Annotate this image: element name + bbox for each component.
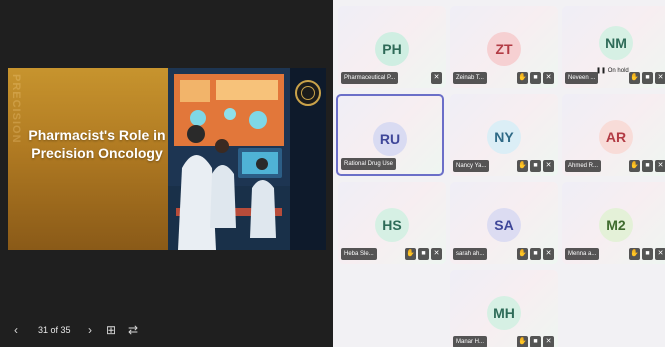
hand-icon: ✋ <box>629 72 640 84</box>
camera-off-icon: ■ <box>642 72 653 84</box>
participant-name: Rational Drug Use <box>341 158 397 170</box>
tile-status-icons: ✋ ■ ✕ <box>629 72 665 84</box>
hand-icon: ✋ <box>517 160 528 172</box>
camera-off-icon: ■ <box>642 160 653 172</box>
avatar: NY <box>487 120 521 154</box>
camera-off-icon: ■ <box>530 336 541 347</box>
tile-status-icons: ✋ ■ ✕ <box>517 160 554 172</box>
hand-icon: ✋ <box>629 160 640 172</box>
university-seal-logo <box>295 80 321 106</box>
participant-tile-ru[interactable]: RU Rational Drug Use <box>336 94 444 176</box>
participant-tile-m2[interactable]: M2 Menna a... ✋ ■ ✕ <box>562 182 665 264</box>
participant-name: Nancy Ya... <box>453 160 490 172</box>
previous-slide-button[interactable]: ‹ <box>14 323 18 337</box>
participant-name: sarah ah... <box>453 248 488 260</box>
presentation-slide: PRECISION Pharmacist's Role in Precision… <box>8 68 326 250</box>
tile-status-icons: ✋ ■ ✕ <box>517 248 554 260</box>
mic-off-icon: ✕ <box>543 336 554 347</box>
tile-status-icons: ✕ <box>431 72 442 84</box>
camera-off-icon: ■ <box>418 248 429 260</box>
mic-off-icon: ✕ <box>655 248 665 260</box>
participant-tile-ny[interactable]: NY Nancy Ya... ✋ ■ ✕ <box>450 94 558 176</box>
camera-off-icon: ■ <box>530 248 541 260</box>
participant-tile-ph[interactable]: PH Pharmaceutical P... ✕ <box>338 6 446 88</box>
tile-status-icons: ✋ ■ ✕ <box>629 160 665 172</box>
participant-name: Pharmaceutical P... <box>341 72 399 84</box>
grid-view-icon[interactable]: ⊞ <box>106 323 116 337</box>
shared-screen: PRECISION Pharmacist's Role in Precision… <box>0 0 333 347</box>
avatar: AR <box>599 120 633 154</box>
participant-tile-nm[interactable]: NM ❚❚ On hold Neveen ... ✋ ■ ✕ <box>562 6 665 88</box>
slide-ghost-text: PRECISION <box>10 74 22 144</box>
participant-name: Heba Sle... <box>341 248 377 260</box>
tile-status-icons: ✋ ■ ✕ <box>629 248 665 260</box>
camera-off-icon: ■ <box>530 72 541 84</box>
participant-name: Ahmed R... <box>565 160 602 172</box>
tile-status-icons: ✋ ■ ✕ <box>517 336 554 347</box>
hand-icon: ✋ <box>629 248 640 260</box>
participant-tile-ar[interactable]: AR Ahmed R... ✋ ■ ✕ <box>562 94 665 176</box>
lab-illustration <box>168 68 290 250</box>
hand-icon: ✋ <box>517 336 528 347</box>
hand-icon: ✋ <box>405 248 416 260</box>
participant-tile-sa[interactable]: SA sarah ah... ✋ ■ ✕ <box>450 182 558 264</box>
tile-status-icons: ✋ ■ ✕ <box>405 248 442 260</box>
tile-status-icons: ✋ ■ ✕ <box>517 72 554 84</box>
avatar: ZT <box>487 32 521 66</box>
participant-tile-hs[interactable]: HS Heba Sle... ✋ ■ ✕ <box>338 182 446 264</box>
hand-icon: ✋ <box>517 72 528 84</box>
camera-off-icon: ■ <box>530 160 541 172</box>
slide-title: Pharmacist's Role in Precision Oncology <box>28 127 166 161</box>
avatar: SA <box>487 208 521 242</box>
mic-off-icon: ✕ <box>543 72 554 84</box>
swap-view-icon[interactable]: ⇄ <box>128 323 138 337</box>
participant-name: Neveen ... <box>565 72 599 84</box>
avatar: NM <box>599 26 633 60</box>
mic-off-icon: ✕ <box>543 248 554 260</box>
hand-icon: ✋ <box>517 248 528 260</box>
mic-off-icon: ✕ <box>543 160 554 172</box>
avatar: HS <box>375 208 409 242</box>
mic-off-icon: ✕ <box>431 248 442 260</box>
participant-name: Zeinab T... <box>453 72 487 84</box>
participants-grid: PH Pharmaceutical P... ✕ ZT Zeinab T... … <box>333 0 665 347</box>
mic-off-icon: ✕ <box>655 72 665 84</box>
avatar: M2 <box>599 208 633 242</box>
mic-off-icon: ✕ <box>431 72 442 84</box>
participant-name: Menna a... <box>565 248 600 260</box>
participant-tile-zt[interactable]: ZT Zeinab T... ✋ ■ ✕ <box>450 6 558 88</box>
page-indicator: 31 of 35 <box>38 325 71 335</box>
participant-tile-mh[interactable]: MH Manar H... ✋ ■ ✕ <box>450 270 558 347</box>
next-slide-button[interactable]: › <box>88 323 92 337</box>
participant-name: Manar H... <box>453 336 488 347</box>
avatar: RU <box>373 122 407 156</box>
avatar: PH <box>375 32 409 66</box>
presentation-toolbar: ‹ 31 of 35 › ⊞ ⇄ <box>0 316 333 344</box>
mic-off-icon: ✕ <box>655 160 665 172</box>
camera-off-icon: ■ <box>642 248 653 260</box>
seal-inner-ring <box>301 86 315 100</box>
on-hold-label: On hold <box>607 68 629 74</box>
on-hold-status: ❚❚ On hold <box>596 67 629 74</box>
avatar: MH <box>487 296 521 330</box>
